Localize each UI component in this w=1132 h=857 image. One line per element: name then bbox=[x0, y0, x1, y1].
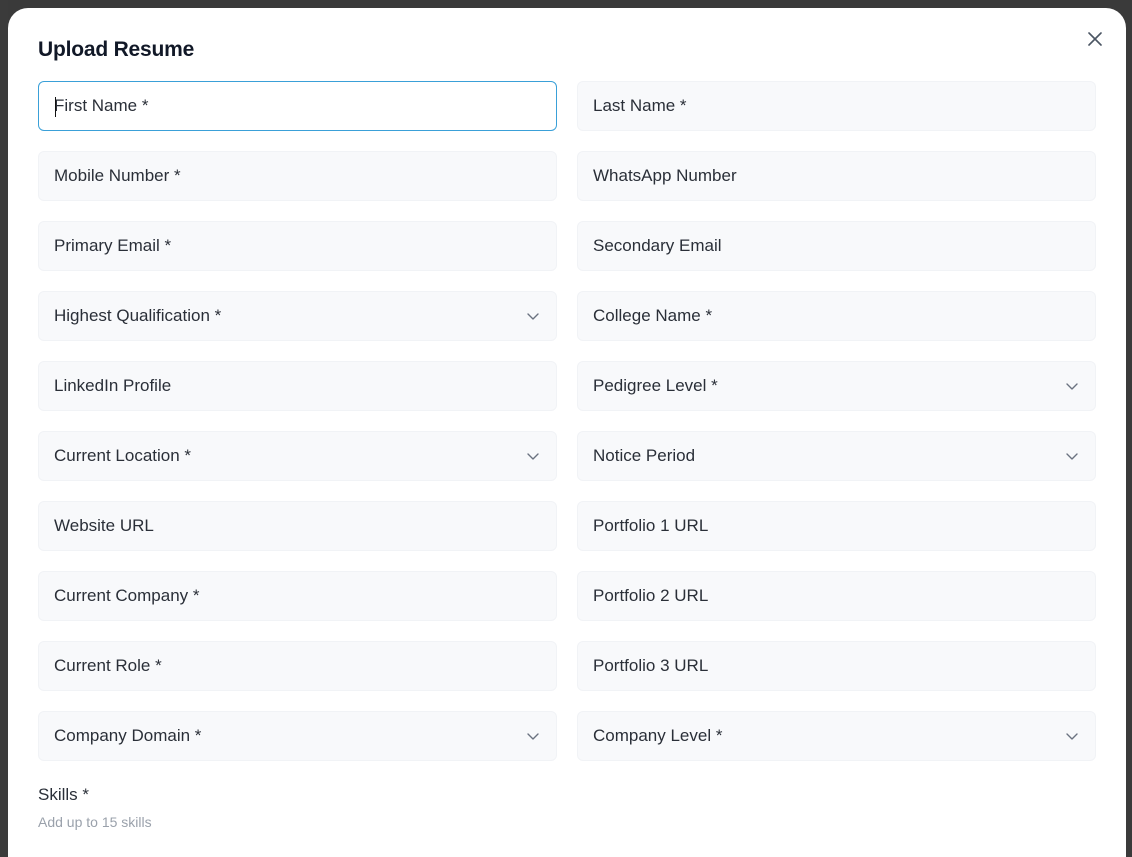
text-caret bbox=[55, 97, 56, 117]
portfolio-1-url-field[interactable] bbox=[577, 501, 1096, 551]
modal-title: Upload Resume bbox=[38, 38, 195, 61]
resume-form-grid: Highest Qualification * Pedigree Level *… bbox=[38, 81, 1096, 761]
highest-qualification-label: Highest Qualification * bbox=[54, 306, 222, 325]
primary-email-input[interactable] bbox=[54, 236, 541, 256]
notice-period-label: Notice Period bbox=[593, 446, 696, 465]
last-name-input[interactable] bbox=[593, 96, 1080, 116]
linkedin-profile-input[interactable] bbox=[54, 376, 541, 396]
first-name-input[interactable] bbox=[54, 96, 541, 116]
highest-qualification-select[interactable]: Highest Qualification * bbox=[38, 291, 557, 341]
portfolio-3-url-input[interactable] bbox=[593, 656, 1080, 676]
current-role-input[interactable] bbox=[54, 656, 541, 676]
primary-email-field[interactable] bbox=[38, 221, 557, 271]
company-domain-label: Company Domain * bbox=[54, 726, 202, 745]
whatsapp-number-input[interactable] bbox=[593, 166, 1080, 186]
mobile-number-field[interactable] bbox=[38, 151, 557, 201]
portfolio-1-url-input[interactable] bbox=[593, 516, 1080, 536]
notice-period-select[interactable]: Notice Period bbox=[577, 431, 1096, 481]
pedigree-level-label: Pedigree Level * bbox=[593, 376, 718, 395]
current-company-input[interactable] bbox=[54, 586, 541, 606]
current-location-select[interactable]: Current Location * bbox=[38, 431, 557, 481]
current-company-field[interactable] bbox=[38, 571, 557, 621]
chevron-down-icon bbox=[1064, 448, 1080, 464]
portfolio-2-url-input[interactable] bbox=[593, 586, 1080, 606]
college-name-input[interactable] bbox=[593, 306, 1080, 326]
website-url-field[interactable] bbox=[38, 501, 557, 551]
last-name-field[interactable] bbox=[577, 81, 1096, 131]
close-icon bbox=[1088, 32, 1102, 46]
portfolio-3-url-field[interactable] bbox=[577, 641, 1096, 691]
current-location-label: Current Location * bbox=[54, 446, 192, 465]
website-url-input[interactable] bbox=[54, 516, 541, 536]
chevron-down-icon bbox=[1064, 378, 1080, 394]
modal-backdrop[interactable] bbox=[0, 0, 8, 857]
company-level-label: Company Level * bbox=[593, 726, 723, 745]
chevron-down-icon bbox=[525, 448, 541, 464]
secondary-email-field[interactable] bbox=[577, 221, 1096, 271]
skills-label: Skills * bbox=[38, 785, 90, 804]
secondary-email-input[interactable] bbox=[593, 236, 1080, 256]
company-level-select[interactable]: Company Level * bbox=[577, 711, 1096, 761]
current-role-field[interactable] bbox=[38, 641, 557, 691]
pedigree-level-select[interactable]: Pedigree Level * bbox=[577, 361, 1096, 411]
whatsapp-number-field[interactable] bbox=[577, 151, 1096, 201]
company-domain-select[interactable]: Company Domain * bbox=[38, 711, 557, 761]
skills-hint: Add up to 15 skills bbox=[38, 814, 152, 830]
close-button[interactable] bbox=[1084, 28, 1106, 50]
linkedin-profile-field[interactable] bbox=[38, 361, 557, 411]
chevron-down-icon bbox=[525, 308, 541, 324]
portfolio-2-url-field[interactable] bbox=[577, 571, 1096, 621]
upload-resume-modal: Upload Resume Highest Qualifi bbox=[8, 8, 1126, 857]
college-name-field[interactable] bbox=[577, 291, 1096, 341]
chevron-down-icon bbox=[1064, 728, 1080, 744]
chevron-down-icon bbox=[525, 728, 541, 744]
mobile-number-input[interactable] bbox=[54, 166, 541, 186]
first-name-field[interactable] bbox=[38, 81, 557, 131]
